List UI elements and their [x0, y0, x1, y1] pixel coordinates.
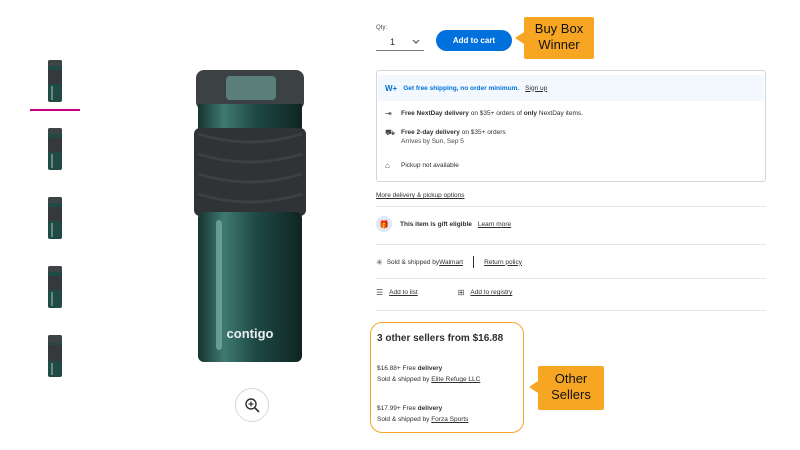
registry-gift-icon: ⊞ — [457, 288, 465, 297]
qty-value: 1 — [390, 36, 396, 47]
pickup-text: Pickup not available — [401, 162, 459, 169]
buy-box-annotation: Buy Box Winner — [515, 17, 594, 59]
list-actions-row: ☰ Add to list ⊞ Add to registry — [376, 288, 512, 297]
gift-eligible-text: This item is gift eligible — [400, 220, 472, 228]
product-thumbnail[interactable] — [40, 333, 70, 383]
walmart-plus-row: W+ Get free shipping, no order minimum. … — [385, 81, 757, 95]
pickup-row: ⌂ Pickup not available — [385, 161, 459, 170]
gift-icon: 🎁 — [376, 216, 392, 232]
offer-price: $17.99 — [377, 405, 397, 412]
fulfillment-card: W+ Get free shipping, no order minimum. … — [376, 70, 766, 182]
chevron-down-icon — [412, 39, 420, 44]
walmart-plus-logo: W+ — [385, 83, 398, 93]
zoom-in-icon — [245, 398, 260, 413]
twoday-delivery-text: Free 2-day delivery on $35+ orders Arrive… — [401, 129, 506, 145]
sold-by-row: ✳ Sold & shipped by Walmart Return polic… — [376, 256, 522, 268]
learn-more-link[interactable]: Learn more — [478, 221, 511, 228]
product-thumbnail[interactable] — [40, 58, 70, 108]
add-to-cart-button[interactable]: Add to cart — [436, 30, 512, 51]
offer-seller-link[interactable]: Elite Refuge LLC — [431, 376, 480, 383]
product-thumbnail[interactable] — [40, 126, 70, 176]
other-sellers-box: 3 other sellers from $16.88 $16.88+ Free… — [370, 322, 524, 433]
product-thumbnail[interactable] — [40, 264, 70, 314]
other-sellers-title: 3 other sellers from $16.88 — [377, 333, 504, 344]
other-sellers-annotation: Other Sellers — [529, 366, 604, 410]
more-delivery-options-link[interactable]: More delivery & pickup options — [376, 192, 465, 199]
nextday-delivery-row: ⇥ Free NextDay delivery on $35+ orders o… — [385, 109, 583, 118]
sold-by-prefix: Sold & shipped by — [386, 258, 440, 266]
sign-up-link[interactable]: Sign up — [525, 85, 547, 92]
return-policy-link[interactable]: Return policy — [484, 259, 522, 266]
nextday-delivery-text: Free NextDay delivery on $35+ orders of … — [401, 110, 583, 117]
twoday-delivery-row: ⛟ Free 2-day delivery on $35+ orders Arri… — [385, 128, 506, 146]
thumbnail-image — [48, 197, 62, 239]
seller-offer: $16.88+ Free delivery Sold & shipped by … — [377, 365, 481, 383]
offer-seller-link[interactable]: Forza Sports — [431, 416, 468, 423]
thumbnail-image — [48, 60, 62, 102]
qty-label: Qty: — [376, 25, 388, 31]
product-brand-mark: contigo — [227, 326, 274, 341]
qty-select[interactable]: 1 — [376, 33, 424, 51]
walmart-spark-icon: ✳ — [376, 257, 383, 267]
seller-offer: $17.99+ Free delivery Sold & shipped by … — [377, 405, 469, 423]
store-icon: ⌂ — [385, 161, 390, 170]
offer-price: $16.88 — [377, 365, 397, 372]
seller-link[interactable]: Walmart — [439, 259, 463, 266]
fast-delivery-icon: ⇥ — [385, 109, 392, 118]
divider — [376, 244, 766, 245]
add-to-registry-link[interactable]: Add to registry — [470, 289, 512, 296]
thumbnail-image — [48, 128, 62, 170]
walmart-plus-text: Get free shipping, no order minimum. — [403, 84, 520, 92]
selected-thumbnail-indicator — [30, 109, 80, 111]
add-to-list-link[interactable]: Add to list — [389, 289, 418, 296]
divider — [376, 310, 766, 311]
separator — [473, 256, 475, 268]
zoom-button[interactable] — [235, 388, 269, 422]
divider — [376, 278, 766, 279]
list-icon: ☰ — [376, 288, 384, 297]
thumbnail-image — [48, 266, 62, 308]
product-image: contigo — [194, 70, 306, 362]
gift-eligible-row: 🎁 This item is gift eligible Learn more — [376, 216, 511, 232]
truck-icon: ⛟ — [385, 128, 396, 137]
divider — [376, 206, 766, 207]
product-thumbnail[interactable] — [40, 195, 70, 245]
arrival-date: Arrives by Sun, Sep 5 — [401, 138, 464, 145]
thumbnail-image — [48, 335, 62, 377]
